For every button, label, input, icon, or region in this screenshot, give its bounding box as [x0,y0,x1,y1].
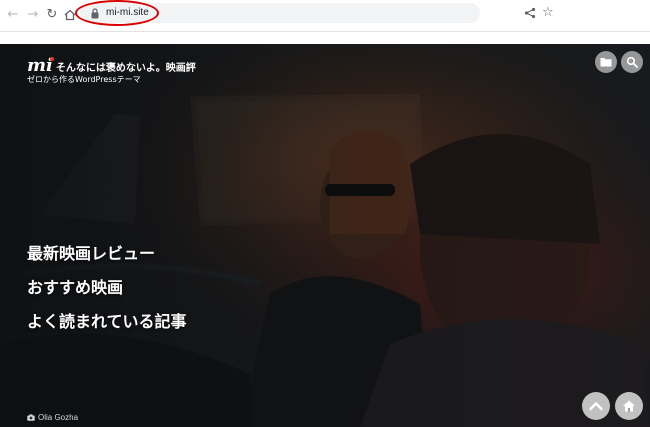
forward-arrow-icon[interactable]: → [24,6,42,24]
home-icon [623,400,635,412]
hero-menu: 最新映画レビュー おすすめ映画 よく読まれている記事 [27,237,187,339]
back-arrow-icon[interactable]: ← [4,6,22,24]
photo-credit[interactable]: Olia Gozha [27,413,78,422]
search-icon [626,56,638,68]
menu-recommended-movies[interactable]: おすすめ映画 [27,271,187,305]
share-icon[interactable] [524,7,536,19]
address-bar[interactable]: mi-mi.site ☆ [80,3,554,23]
logo-mark[interactable]: mi [27,57,54,75]
star-icon[interactable]: ☆ [542,4,554,22]
reload-icon[interactable]: ↻ [43,6,61,24]
url-text[interactable]: mi-mi.site [106,6,149,20]
logo-dot [49,57,54,61]
browser-toolbar: ← → ↻ mi-mi.site ☆ [0,0,650,32]
photo-credit-name[interactable]: Olia Gozha [38,413,78,422]
search-button[interactable] [621,51,643,73]
scroll-top-button[interactable] [582,392,610,420]
hero-section: mi そんなには褒めないよ。映画評 ゼロから作るWordPressテーマ 最新映… [0,44,650,427]
home-icon[interactable] [61,6,79,24]
site-title[interactable]: そんなには褒めないよ。映画評 [56,59,196,74]
home-button[interactable] [615,392,643,420]
site-logo[interactable]: mi そんなには褒めないよ。映画評 [27,56,196,76]
categories-button[interactable] [595,51,617,73]
menu-latest-reviews[interactable]: 最新映画レビュー [27,237,187,271]
menu-popular-articles[interactable]: よく読まれている記事 [27,305,187,339]
chevron-up-icon [589,402,603,411]
lock-icon[interactable] [90,8,100,19]
hero-background-photo [0,44,650,427]
folder-icon [600,58,612,67]
site-tagline: ゼロから作るWordPressテーマ [27,75,141,84]
camera-icon [27,414,35,421]
